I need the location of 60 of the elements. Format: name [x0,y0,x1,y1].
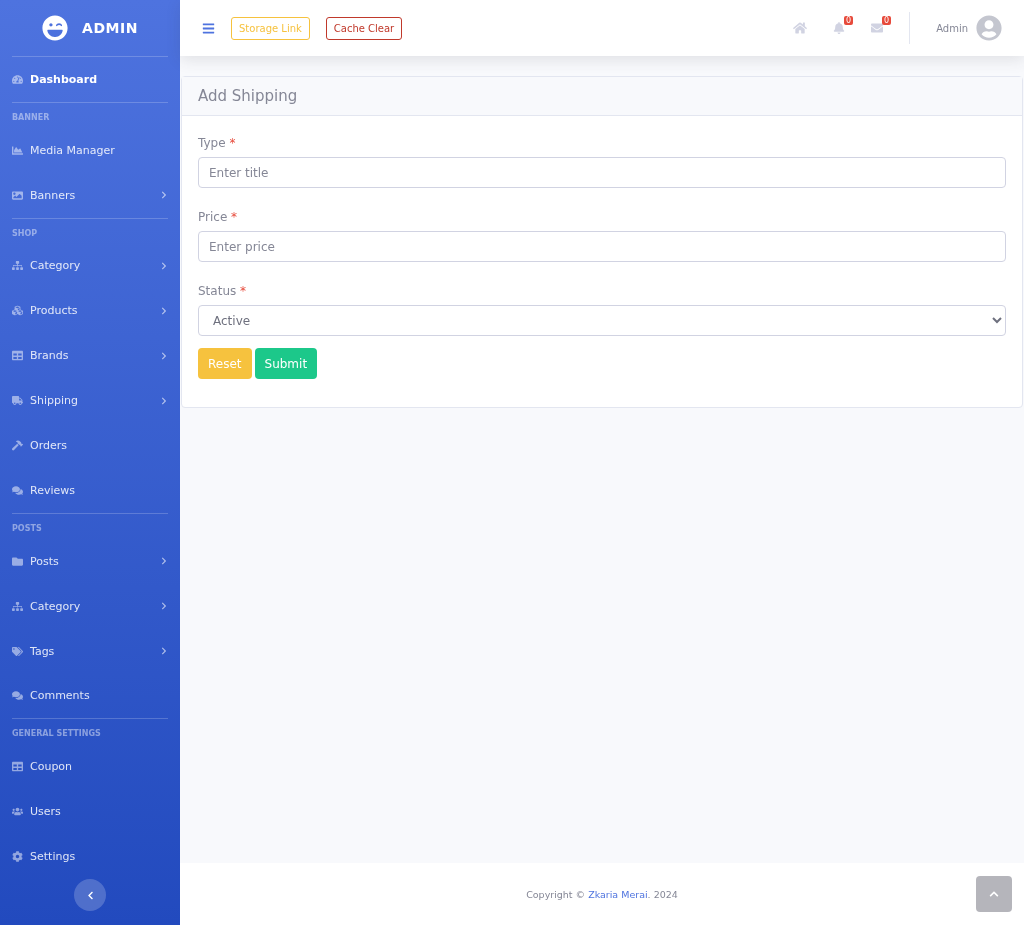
copyright-text: Copyright © Zkaria Merai. 2024 [526,888,678,900]
field-label: Type * [198,136,237,150]
brand-name: ADMIN [82,19,138,36]
chart-icon [12,144,23,156]
sidebar-heading: POSTS [12,522,43,535]
users-icon [12,806,23,818]
dashboard-icon [12,73,23,85]
count-badge: 0 [882,16,892,25]
comments-icon [12,484,23,496]
sidebar-heading: SHOP [12,227,39,240]
sidebar-item[interactable]: Media Manager [12,127,168,173]
table-icon [12,350,23,362]
input-field[interactable]: Enter price [198,231,1006,262]
home-icon[interactable] [793,21,808,35]
card-title: Add Shipping [198,87,298,105]
sidebar-item[interactable]: Tags [12,628,168,674]
sidebar-heading: BANNER [12,111,51,124]
sidebar-item[interactable]: Products [12,288,168,334]
scroll-top-button[interactable] [976,876,1012,912]
table-icon [12,761,23,773]
envelope-icon[interactable] [871,22,884,34]
sidebar-item[interactable]: Reviews [12,468,168,513]
chevron-up-icon [989,889,999,899]
sidebar-collapse-button[interactable] [74,879,106,912]
avatar-icon[interactable] [976,15,1002,41]
sidebar-item[interactable]: Comments [12,673,168,719]
cubes-icon [12,305,23,317]
image-icon [12,189,23,201]
chevron-left-icon [85,890,95,900]
folder-icon [12,555,23,567]
user-name[interactable]: Admin [936,22,968,34]
field-label: Price * [198,210,239,224]
sidebar-item[interactable]: Orders [12,423,168,468]
author-link[interactable]: Zkaria Merai [588,888,648,900]
laughing-face-icon [42,14,69,41]
sidebar-item[interactable]: Brands [12,333,168,379]
sidebar-item[interactable]: Settings [12,834,168,880]
outline-button[interactable]: Cache Clear [325,16,403,40]
truck-icon [12,395,23,407]
sidebar-item[interactable]: Coupon [12,744,168,790]
sidebar-item[interactable]: Category [12,243,168,289]
sitemap-icon [12,600,23,612]
tags-icon [12,645,23,657]
input-field[interactable]: Enter title [198,157,1006,188]
sidebar-item[interactable]: Shipping [12,378,168,424]
sidebar-item[interactable]: Dashboard [12,56,168,102]
sidebar-heading: GENERAL SETTINGS [12,728,102,741]
sidebar-item[interactable]: Banners [12,172,168,218]
comments-icon [12,690,23,702]
field-label: Status * [198,284,248,298]
sidebar-item[interactable]: Posts [12,538,168,584]
sidebar-item[interactable]: Users [12,789,168,835]
select-field[interactable]: Active [198,305,1006,336]
menu-icon[interactable] [202,21,215,35]
sitemap-icon [12,260,23,272]
settings-icon [12,851,23,863]
count-badge: 0 [844,16,854,25]
hammer-icon [12,440,23,452]
bell-icon[interactable] [833,22,846,34]
sidebar-item[interactable]: Category [12,583,168,629]
